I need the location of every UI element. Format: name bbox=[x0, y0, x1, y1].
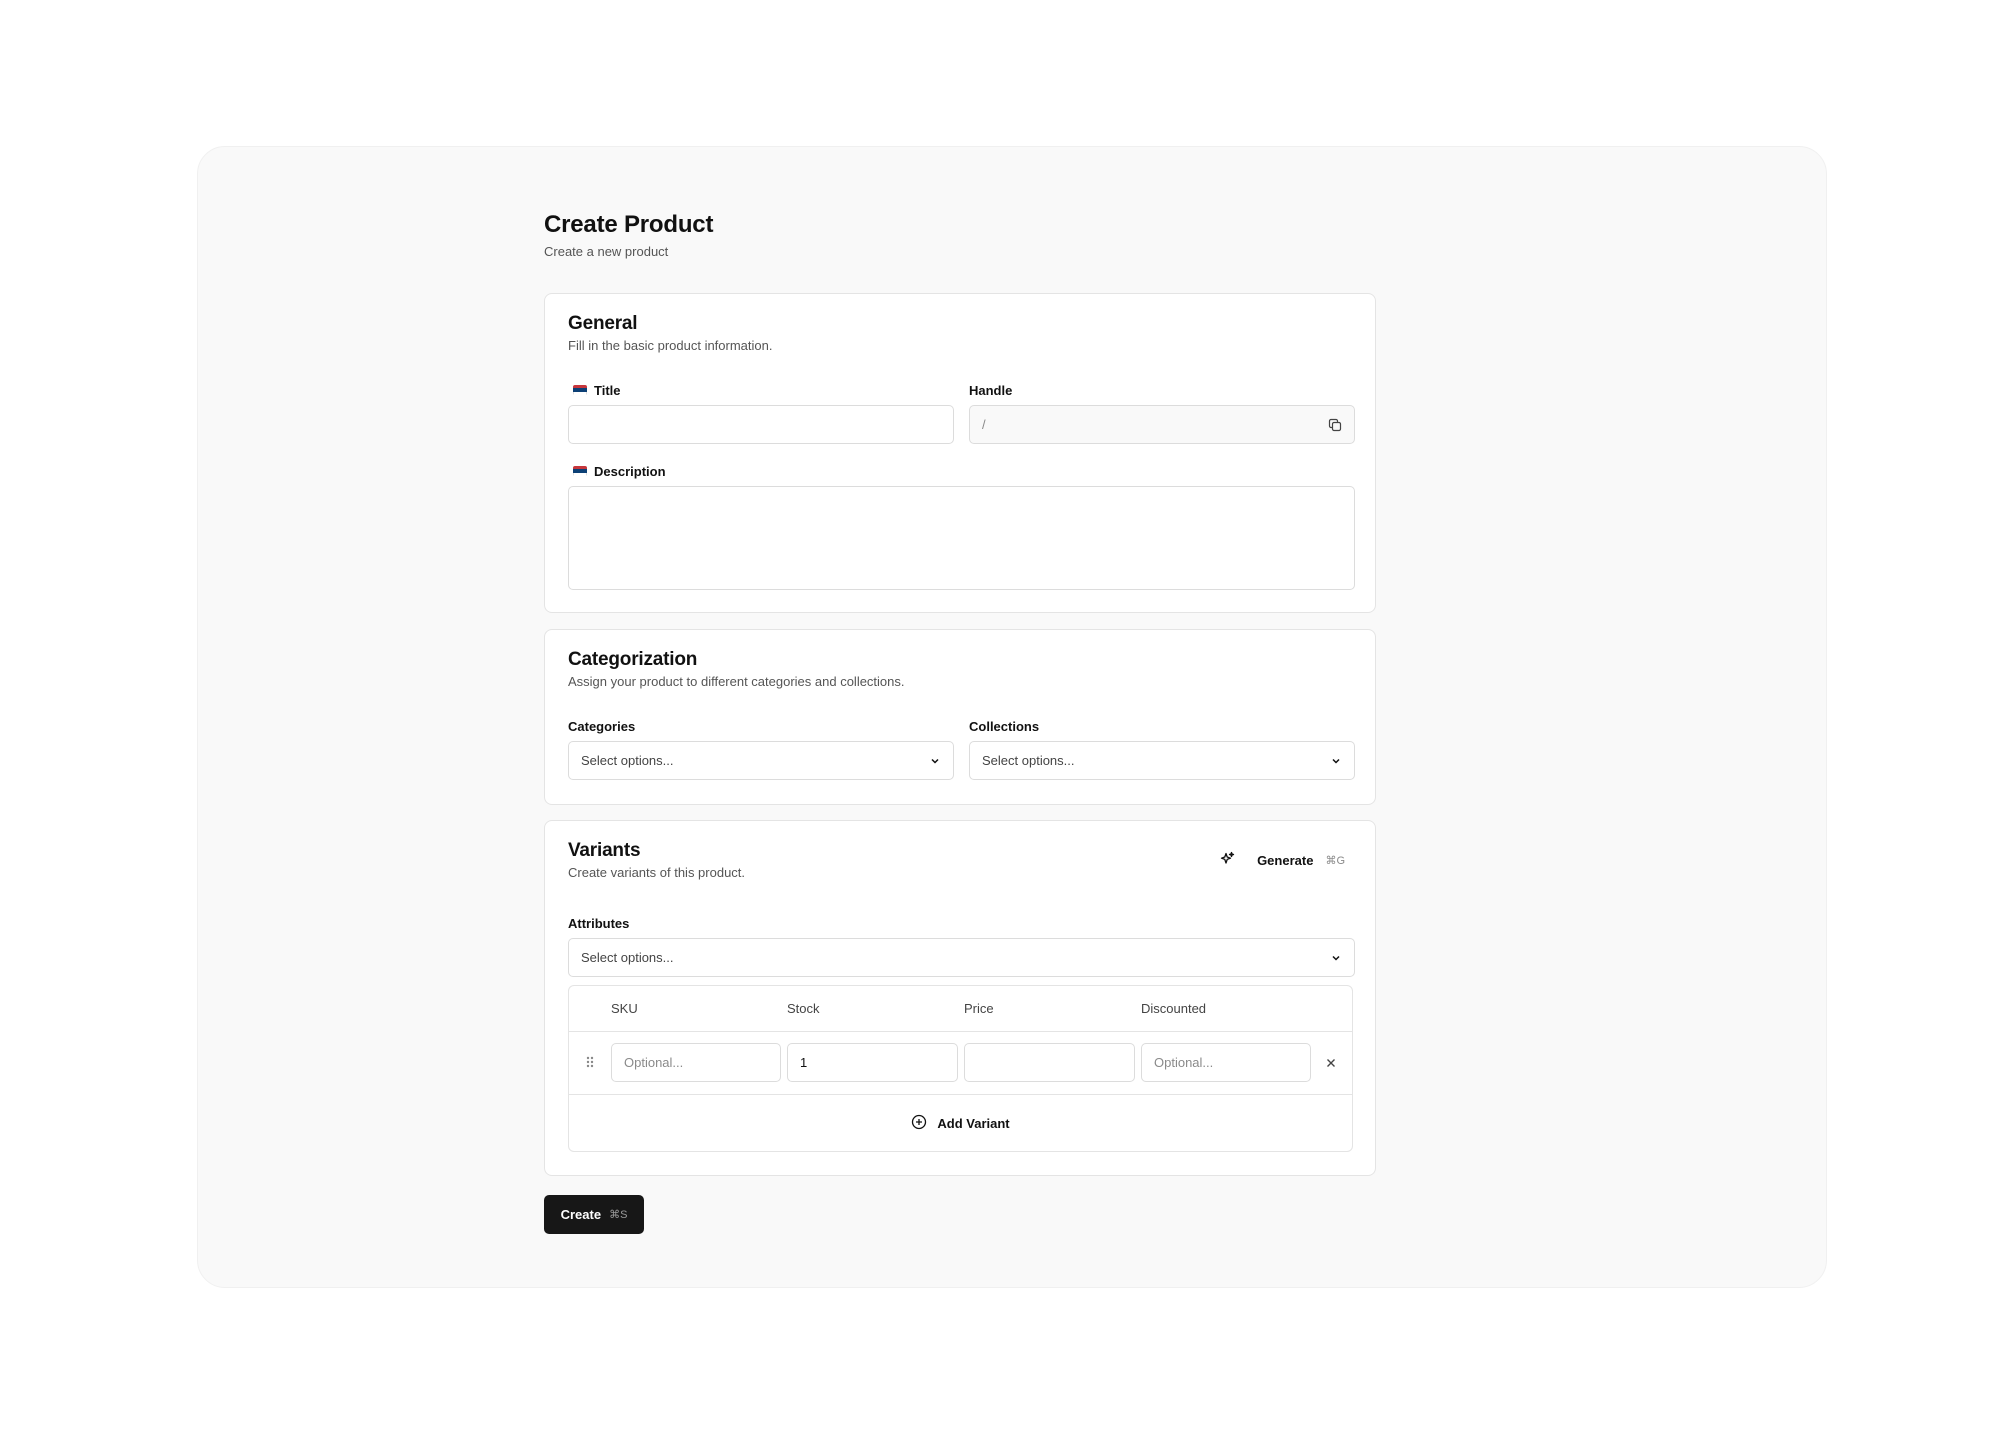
create-button[interactable]: Create ⌘S bbox=[544, 1195, 644, 1234]
attributes-placeholder: Select options... bbox=[581, 950, 674, 965]
discounted-placeholder: Optional... bbox=[1154, 1055, 1214, 1070]
description-label: Description bbox=[568, 463, 666, 479]
add-variant-label: Add Variant bbox=[937, 1116, 1010, 1131]
categories-label: Categories bbox=[568, 718, 636, 734]
chevron-down-icon bbox=[1330, 755, 1342, 767]
handle-label-text: Handle bbox=[969, 382, 1013, 398]
stock-value: 1 bbox=[800, 1055, 808, 1070]
sku-input[interactable]: Optional... bbox=[611, 1043, 781, 1082]
stock-input[interactable]: 1 bbox=[787, 1043, 958, 1082]
add-variant-button[interactable]: Add Variant bbox=[569, 1095, 1352, 1152]
collections-label: Collections bbox=[969, 718, 1040, 734]
handle-label: Handle bbox=[969, 382, 1012, 398]
title-label: Title bbox=[568, 382, 621, 398]
categories-placeholder: Select options... bbox=[581, 753, 674, 768]
chevron-down-icon bbox=[1330, 952, 1342, 964]
handle-prefix: / bbox=[982, 417, 986, 432]
serbia-flag-icon bbox=[573, 385, 587, 395]
create-shortcut: ⌘S bbox=[609, 1209, 628, 1221]
copy-icon[interactable] bbox=[1328, 418, 1342, 432]
variants-table: SKU Stock Price Discounted Optional... 1… bbox=[568, 985, 1353, 1152]
discounted-input[interactable]: Optional... bbox=[1141, 1043, 1311, 1082]
general-description: Fill in the basic product information. bbox=[568, 338, 773, 353]
title-label-text: Title bbox=[594, 382, 621, 398]
categorization-title: Categorization bbox=[568, 649, 698, 670]
collections-placeholder: Select options... bbox=[982, 753, 1075, 768]
generate-button[interactable]: Generate ⌘G bbox=[1213, 847, 1351, 874]
sparkle-icon bbox=[1219, 851, 1235, 870]
create-label: Create bbox=[560, 1207, 602, 1222]
variants-title: Variants bbox=[568, 840, 641, 861]
title-input[interactable] bbox=[568, 405, 954, 444]
variants-card: Variants Create variants of this product… bbox=[544, 820, 1376, 1176]
variants-description: Create variants of this product. bbox=[568, 865, 746, 880]
categories-select[interactable]: Select options... bbox=[568, 741, 954, 780]
general-title: General bbox=[568, 313, 638, 334]
collections-select[interactable]: Select options... bbox=[969, 741, 1355, 780]
plus-circle-icon bbox=[911, 1114, 927, 1133]
general-card: General Fill in the basic product inform… bbox=[544, 293, 1376, 613]
attributes-select[interactable]: Select options... bbox=[568, 938, 1355, 977]
attributes-label: Attributes bbox=[568, 915, 630, 931]
close-icon[interactable] bbox=[1325, 1056, 1337, 1074]
table-header: SKU Stock Price Discounted bbox=[569, 986, 1352, 1032]
description-textarea[interactable] bbox=[568, 486, 1355, 590]
sku-placeholder: Optional... bbox=[624, 1055, 684, 1070]
chevron-down-icon bbox=[929, 755, 941, 767]
column-header-discounted: Discounted bbox=[1141, 1001, 1207, 1016]
column-header-stock: Stock bbox=[787, 1001, 820, 1016]
drag-handle-icon[interactable] bbox=[585, 1055, 595, 1074]
categorization-description: Assign your product to different categor… bbox=[568, 674, 905, 689]
price-input[interactable] bbox=[964, 1043, 1135, 1082]
column-header-sku: SKU bbox=[611, 1001, 638, 1016]
generate-label: Generate bbox=[1257, 853, 1314, 868]
page-subtitle: Create a new product bbox=[544, 244, 669, 259]
categorization-card: Categorization Assign your product to di… bbox=[544, 629, 1376, 805]
handle-input[interactable]: / bbox=[969, 405, 1355, 444]
serbia-flag-icon bbox=[573, 466, 587, 476]
column-header-price: Price bbox=[964, 1001, 994, 1016]
page-title: Create Product bbox=[544, 211, 714, 238]
create-product-form: Create Product Create a new product Gene… bbox=[544, 210, 1376, 1234]
generate-shortcut: ⌘G bbox=[1325, 855, 1345, 867]
description-label-text: Description bbox=[594, 463, 666, 479]
